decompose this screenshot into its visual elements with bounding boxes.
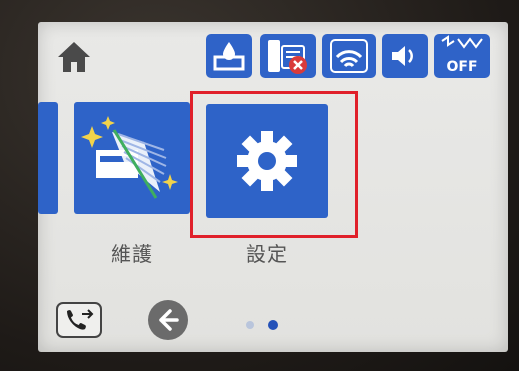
maintenance-label: 維護 bbox=[111, 242, 153, 266]
phone-transfer-icon bbox=[67, 309, 94, 330]
previous-menu-tile[interactable] bbox=[38, 102, 58, 214]
wifi-icon[interactable] bbox=[322, 34, 376, 78]
maintenance-tile[interactable] bbox=[74, 102, 190, 214]
printer-lcd-screen: OFF 維護 設定 bbox=[38, 22, 508, 352]
bottom-bar bbox=[38, 292, 508, 352]
eco-off-icon[interactable]: OFF bbox=[434, 34, 490, 78]
eco-off-text: OFF bbox=[446, 59, 477, 75]
volume-icon[interactable] bbox=[382, 34, 428, 78]
fax-log-button[interactable] bbox=[56, 302, 102, 338]
back-arrow-icon bbox=[159, 309, 179, 331]
selection-highlight bbox=[190, 91, 358, 238]
settings-label: 設定 bbox=[246, 242, 288, 266]
page-dot-2-active[interactable] bbox=[268, 320, 278, 330]
page-dot-1[interactable] bbox=[246, 321, 254, 329]
fax-error-icon[interactable] bbox=[260, 34, 316, 78]
maintenance-icon bbox=[81, 116, 178, 199]
status-bar: OFF bbox=[38, 22, 508, 92]
ink-icon[interactable] bbox=[206, 34, 252, 78]
home-icon[interactable] bbox=[56, 40, 92, 74]
back-button[interactable] bbox=[148, 300, 188, 340]
